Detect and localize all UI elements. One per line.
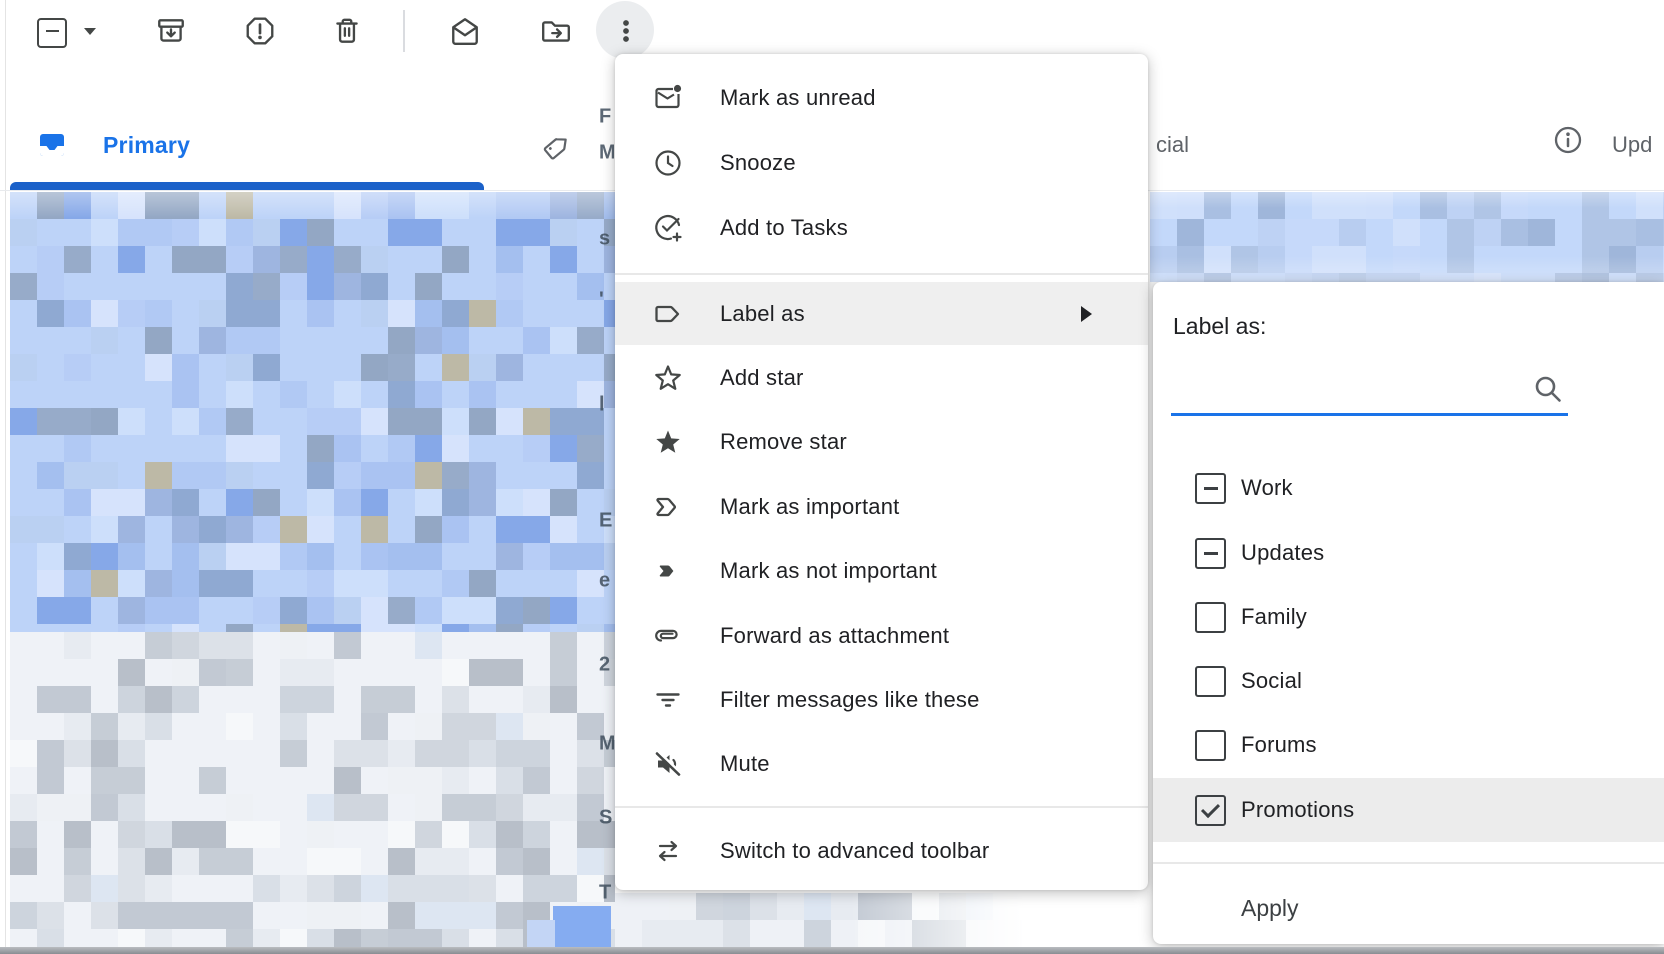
label-option-social[interactable]: Social	[1153, 655, 1664, 707]
active-tab-underline	[10, 182, 484, 190]
label-option-updates[interactable]: Updates	[1153, 527, 1664, 579]
mark-as-read-icon	[449, 15, 481, 47]
promotions-tab-tag-icon[interactable]	[535, 123, 580, 168]
email-list-selected-band[interactable]	[1150, 192, 1664, 282]
select-dropdown-icon[interactable]	[84, 28, 96, 35]
more-options-icon	[610, 15, 642, 47]
checkbox-indeterminate-icon[interactable]	[1195, 473, 1226, 504]
delete-icon	[331, 15, 363, 47]
report-spam-icon	[244, 15, 276, 47]
checkbox-unchecked-icon[interactable]	[1195, 602, 1226, 633]
menu-item-forward-as-attachment[interactable]: Forward as attachment	[615, 608, 1148, 664]
snooze-icon	[653, 148, 683, 178]
menu-item-mark-as-not-important[interactable]: Mark as not important	[615, 543, 1148, 599]
search-icon	[1531, 372, 1565, 406]
mark-not-important-icon	[653, 556, 683, 586]
submenu-arrow-icon	[1081, 306, 1092, 322]
checkbox-unchecked-icon[interactable]	[1195, 730, 1226, 761]
label-option-promotions[interactable]: Promotions	[1153, 784, 1664, 836]
mark-as-read-button[interactable]	[449, 15, 481, 47]
checkbox-unchecked-icon[interactable]	[1195, 666, 1226, 697]
mark-important-icon	[653, 492, 683, 522]
label-option-family[interactable]: Family	[1153, 591, 1664, 643]
email-list-bottom-region[interactable]	[615, 893, 1040, 949]
label-as-submenu: Label as: Work Updates Family Social Fo	[1153, 282, 1664, 944]
info-icon[interactable]	[1552, 124, 1584, 156]
email-list-region[interactable]	[10, 632, 615, 954]
add-star-icon	[653, 363, 683, 393]
tab-primary[interactable]: Primary	[103, 132, 190, 159]
more-options-menu: Mark as unread Snooze Add to Tasks	[615, 54, 1148, 890]
menu-item-add-star[interactable]: Add star	[615, 350, 1148, 406]
menu-item-label-as[interactable]: Label as	[615, 282, 1148, 345]
move-to-button[interactable]	[540, 15, 572, 47]
menu-item-mark-as-important[interactable]: Mark as important	[615, 479, 1148, 535]
window-bottom-edge	[0, 947, 1664, 954]
apply-button[interactable]: Apply	[1153, 882, 1664, 934]
checkbox-checked-icon[interactable]	[1195, 795, 1226, 826]
menu-item-mark-as-unread[interactable]: Mark as unread	[615, 70, 1148, 126]
delete-button[interactable]	[331, 15, 363, 47]
tab-social-partial[interactable]: cial	[1156, 132, 1189, 158]
submenu-divider	[1153, 862, 1664, 864]
add-to-tasks-icon	[653, 213, 683, 243]
window-left-border	[5, 0, 6, 954]
menu-divider	[615, 273, 1148, 275]
checkbox-indeterminate-icon[interactable]	[1195, 538, 1226, 569]
menu-item-switch-toolbar[interactable]: Switch to advanced toolbar	[615, 823, 1148, 879]
gmail-window: FMs'lEe2MST	[0, 0, 1664, 954]
report-spam-button[interactable]	[244, 15, 276, 47]
label-option-work[interactable]: Work	[1153, 462, 1664, 514]
select-all-checkbox[interactable]	[37, 18, 67, 48]
label-icon	[653, 299, 683, 329]
more-options-button[interactable]	[610, 15, 642, 47]
label-as-title: Label as:	[1173, 313, 1266, 340]
label-search-input[interactable]	[1171, 377, 1527, 417]
menu-item-snooze[interactable]: Snooze	[615, 135, 1148, 191]
mute-icon	[653, 749, 683, 779]
move-to-icon	[540, 15, 572, 47]
mark-unread-icon	[653, 83, 683, 113]
switch-toolbar-icon	[653, 836, 683, 866]
toolbar-divider	[403, 10, 405, 52]
label-option-forums[interactable]: Forums	[1153, 719, 1664, 771]
email-list-selected-region[interactable]	[10, 192, 615, 632]
primary-tab-icon	[38, 131, 66, 159]
archive-button[interactable]	[155, 15, 187, 47]
menu-divider	[615, 806, 1148, 808]
forward-attachment-icon	[653, 621, 683, 651]
menu-item-filter-messages[interactable]: Filter messages like these	[615, 672, 1148, 728]
search-field-underline	[1171, 413, 1568, 416]
filter-messages-icon	[653, 685, 683, 715]
remove-star-icon	[653, 427, 683, 457]
archive-icon	[155, 15, 187, 47]
menu-item-remove-star[interactable]: Remove star	[615, 414, 1148, 470]
menu-item-add-to-tasks[interactable]: Add to Tasks	[615, 200, 1148, 256]
menu-item-mute[interactable]: Mute	[615, 736, 1148, 792]
tab-updates-partial[interactable]: Upd	[1612, 132, 1664, 158]
